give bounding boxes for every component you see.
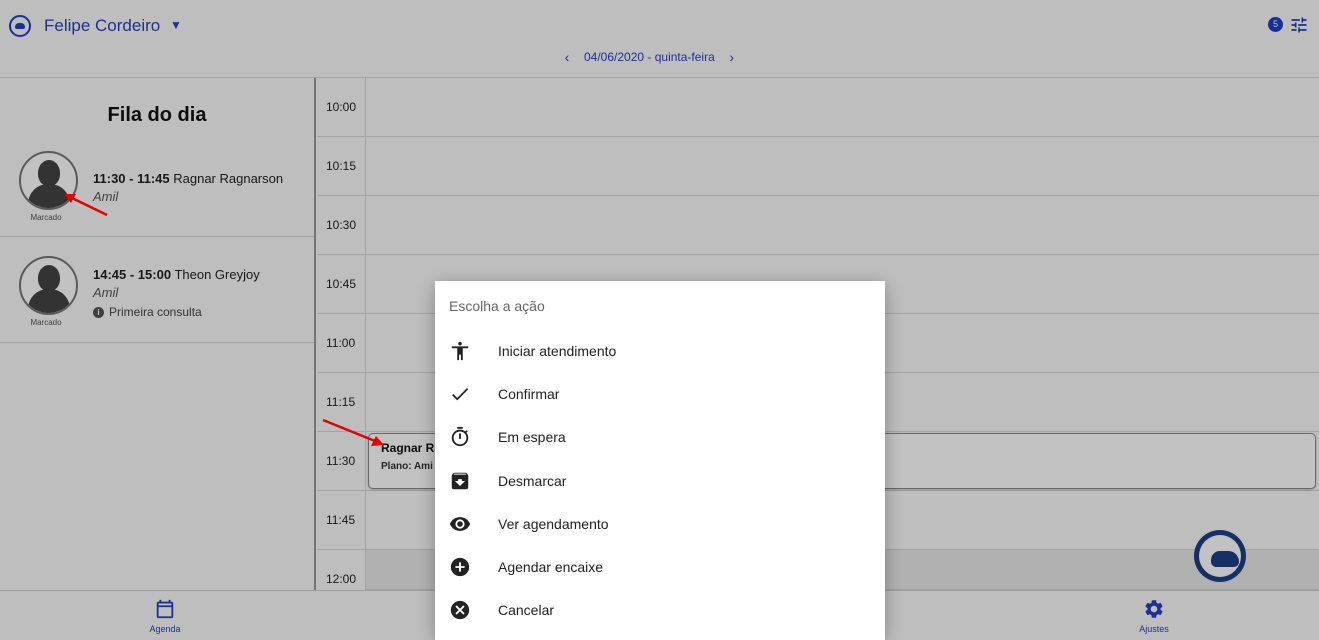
cancel-circle-icon	[450, 600, 470, 620]
action-label: Em espera	[498, 429, 566, 445]
timer-icon	[451, 426, 469, 447]
eye-icon	[449, 517, 471, 531]
action-label: Iniciar atendimento	[498, 343, 617, 359]
action-label: Ver agendamento	[498, 516, 609, 532]
action-ver-agendamento[interactable]: Ver agendamento	[435, 504, 885, 544]
action-desmarcar[interactable]: Desmarcar	[435, 461, 885, 501]
action-label: Confirmar	[498, 386, 560, 402]
action-confirmar[interactable]: Confirmar	[435, 374, 885, 414]
action-label: Agendar encaixe	[498, 559, 604, 575]
person-icon	[451, 341, 469, 361]
action-agendar-encaixe[interactable]: Agendar encaixe	[435, 547, 885, 587]
action-cancelar[interactable]: Cancelar	[435, 590, 885, 630]
dialog-title: Escolha a ação	[449, 298, 545, 314]
action-label: Desmarcar	[498, 473, 567, 489]
archive-icon	[451, 472, 469, 490]
action-label: Cancelar	[498, 602, 555, 618]
action-dialog: Escolha a ação Iniciar atendimento Confi…	[435, 281, 885, 640]
action-iniciar-atendimento[interactable]: Iniciar atendimento	[435, 331, 885, 371]
add-circle-icon	[450, 557, 470, 577]
action-em-espera[interactable]: Em espera	[435, 417, 885, 457]
check-icon	[452, 388, 469, 401]
